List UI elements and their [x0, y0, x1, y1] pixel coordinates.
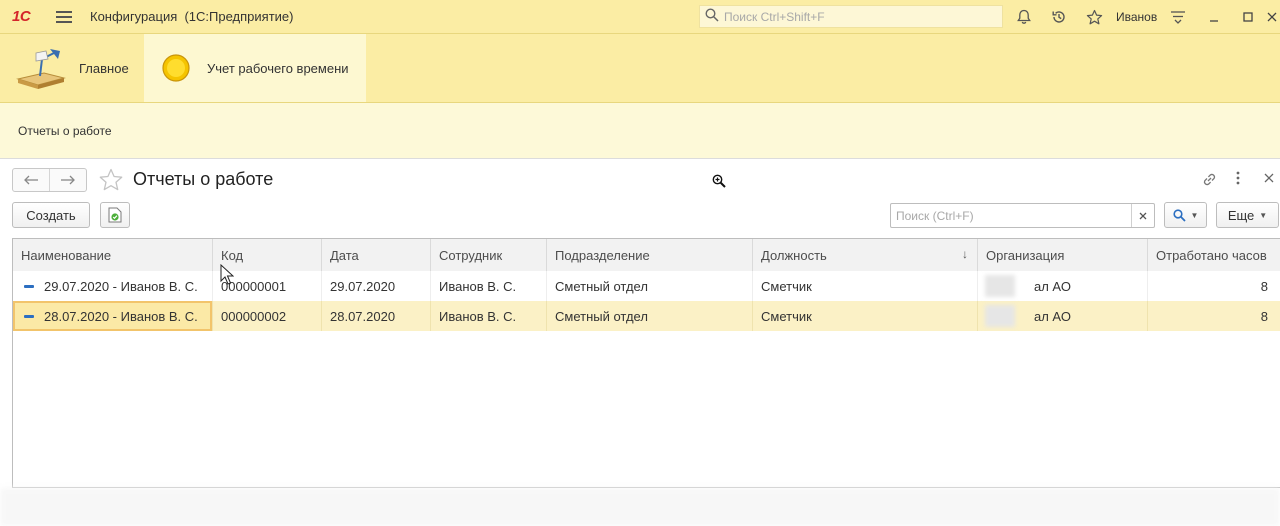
cell-hours[interactable]: 8 [1147, 301, 1280, 331]
work-reports-table: Наименование Код Дата Сотрудник Подразде… [12, 238, 1280, 488]
redacted-area [985, 305, 1015, 327]
navigation-buttons [12, 168, 87, 192]
mouse-pointer-icon [220, 263, 235, 289]
cell-organization[interactable]: ал АО [977, 301, 1147, 331]
cell-organization-text: ал АО [1034, 278, 1071, 294]
user-name[interactable]: Иванов [1116, 10, 1157, 24]
document-icon [24, 314, 34, 318]
col-header-name[interactable]: Наименование [13, 239, 213, 271]
col-header-organization[interactable]: Организация [977, 239, 1148, 271]
forward-button[interactable] [49, 169, 86, 191]
create-button[interactable]: Создать [12, 202, 90, 228]
blurred-status-area [0, 488, 1280, 526]
cell-date[interactable]: 28.07.2020 [321, 301, 430, 331]
maximize-icon[interactable] [1238, 7, 1258, 27]
app-title: Конфигурация (1С:Предприятие) [90, 9, 294, 24]
more-label: Еще [1227, 207, 1255, 223]
table-row-selected[interactable]: 28.07.2020 - Иванов В. С. 000000002 28.0… [13, 301, 1280, 331]
section-label-time-tracking: Учет рабочего времени [207, 60, 349, 76]
col-header-position[interactable]: Должность ↓ [752, 239, 978, 271]
arrow-left-icon [24, 175, 38, 185]
arrow-right-icon [61, 175, 75, 185]
cell-date[interactable]: 29.07.2020 [321, 271, 430, 301]
col-header-department[interactable]: Подразделение [546, 239, 753, 271]
cell-position[interactable]: Сметчик [752, 301, 977, 331]
cell-code[interactable]: 000000002 [212, 301, 321, 331]
cell-department[interactable]: Сметный отдел [546, 301, 752, 331]
app-logo[interactable]: 1С [12, 8, 42, 25]
document-icon [24, 284, 34, 288]
sections-panel: Главное Учет рабочего времени [0, 34, 1280, 103]
cell-name[interactable]: 29.07.2020 - Иванов В. С. [13, 271, 212, 301]
favorites-star-icon[interactable] [1084, 7, 1104, 27]
form-title: Отчеты о работе [133, 169, 274, 189]
list-search [890, 203, 1155, 228]
more-button[interactable]: Еще ▼ [1216, 202, 1279, 228]
col-header-date[interactable]: Дата [321, 239, 431, 271]
report-button[interactable] [100, 202, 130, 228]
magnifier-icon [1172, 208, 1186, 222]
sort-descending-icon: ↓ [962, 247, 968, 261]
cell-organization[interactable]: ал АО [977, 271, 1147, 301]
desk-lamp-icon [14, 45, 66, 91]
redacted-area [985, 275, 1015, 297]
work-reports-link[interactable]: Отчеты о работе [18, 124, 112, 138]
minimize-icon[interactable] [1204, 7, 1224, 27]
report-icon [108, 207, 122, 223]
link-icon[interactable] [1201, 171, 1218, 191]
table-header: Наименование Код Дата Сотрудник Подразде… [13, 239, 1280, 272]
find-button[interactable]: ▼ [1164, 202, 1207, 228]
section-label-main: Главное [79, 60, 129, 76]
chevron-down-icon: ▼ [1190, 210, 1199, 220]
cell-name-text: 29.07.2020 - Иванов В. С. [44, 278, 198, 294]
close-form-icon[interactable] [1264, 171, 1274, 186]
chevron-down-icon: ▼ [1259, 210, 1268, 220]
zoom-cursor-icon [712, 174, 726, 191]
search-icon [705, 8, 719, 25]
cell-hours[interactable]: 8 [1147, 271, 1280, 301]
section-time-tracking[interactable]: Учет рабочего времени [144, 34, 366, 102]
cell-organization-text: ал АО [1034, 308, 1071, 324]
close-window-icon[interactable] [1262, 7, 1280, 27]
more-vertical-icon[interactable] [1236, 171, 1240, 188]
table-row[interactable]: 29.07.2020 - Иванов В. С. 000000001 29.0… [13, 271, 1280, 302]
col-header-position-label: Должность [761, 247, 827, 263]
col-header-employee[interactable]: Сотрудник [430, 239, 547, 271]
sun-icon [161, 53, 191, 83]
function-panel: Отчеты о работе [0, 103, 1280, 159]
back-button[interactable] [13, 169, 49, 191]
global-search-input[interactable] [722, 8, 996, 25]
section-main[interactable]: Главное [0, 34, 144, 102]
logo-text: 1С [12, 8, 31, 25]
cell-name-text: 28.07.2020 - Иванов В. С. [44, 308, 198, 324]
cell-position[interactable]: Сметчик [752, 271, 977, 301]
global-search[interactable] [699, 5, 1003, 28]
clear-search-icon[interactable] [1131, 204, 1154, 227]
main-menu-icon[interactable] [56, 10, 72, 23]
bell-icon[interactable] [1014, 7, 1034, 27]
cell-department[interactable]: Сметный отдел [546, 271, 752, 301]
history-icon[interactable] [1049, 7, 1069, 27]
cell-employee[interactable]: Иванов В. С. [430, 271, 546, 301]
settings-menu-icon[interactable] [1168, 7, 1188, 27]
add-to-favorites-star-icon[interactable] [98, 167, 124, 193]
cell-employee[interactable]: Иванов В. С. [430, 301, 546, 331]
cell-name[interactable]: 28.07.2020 - Иванов В. С. [13, 301, 212, 331]
col-header-hours[interactable]: Отработано часов [1147, 239, 1280, 271]
list-search-input[interactable] [894, 207, 1133, 224]
